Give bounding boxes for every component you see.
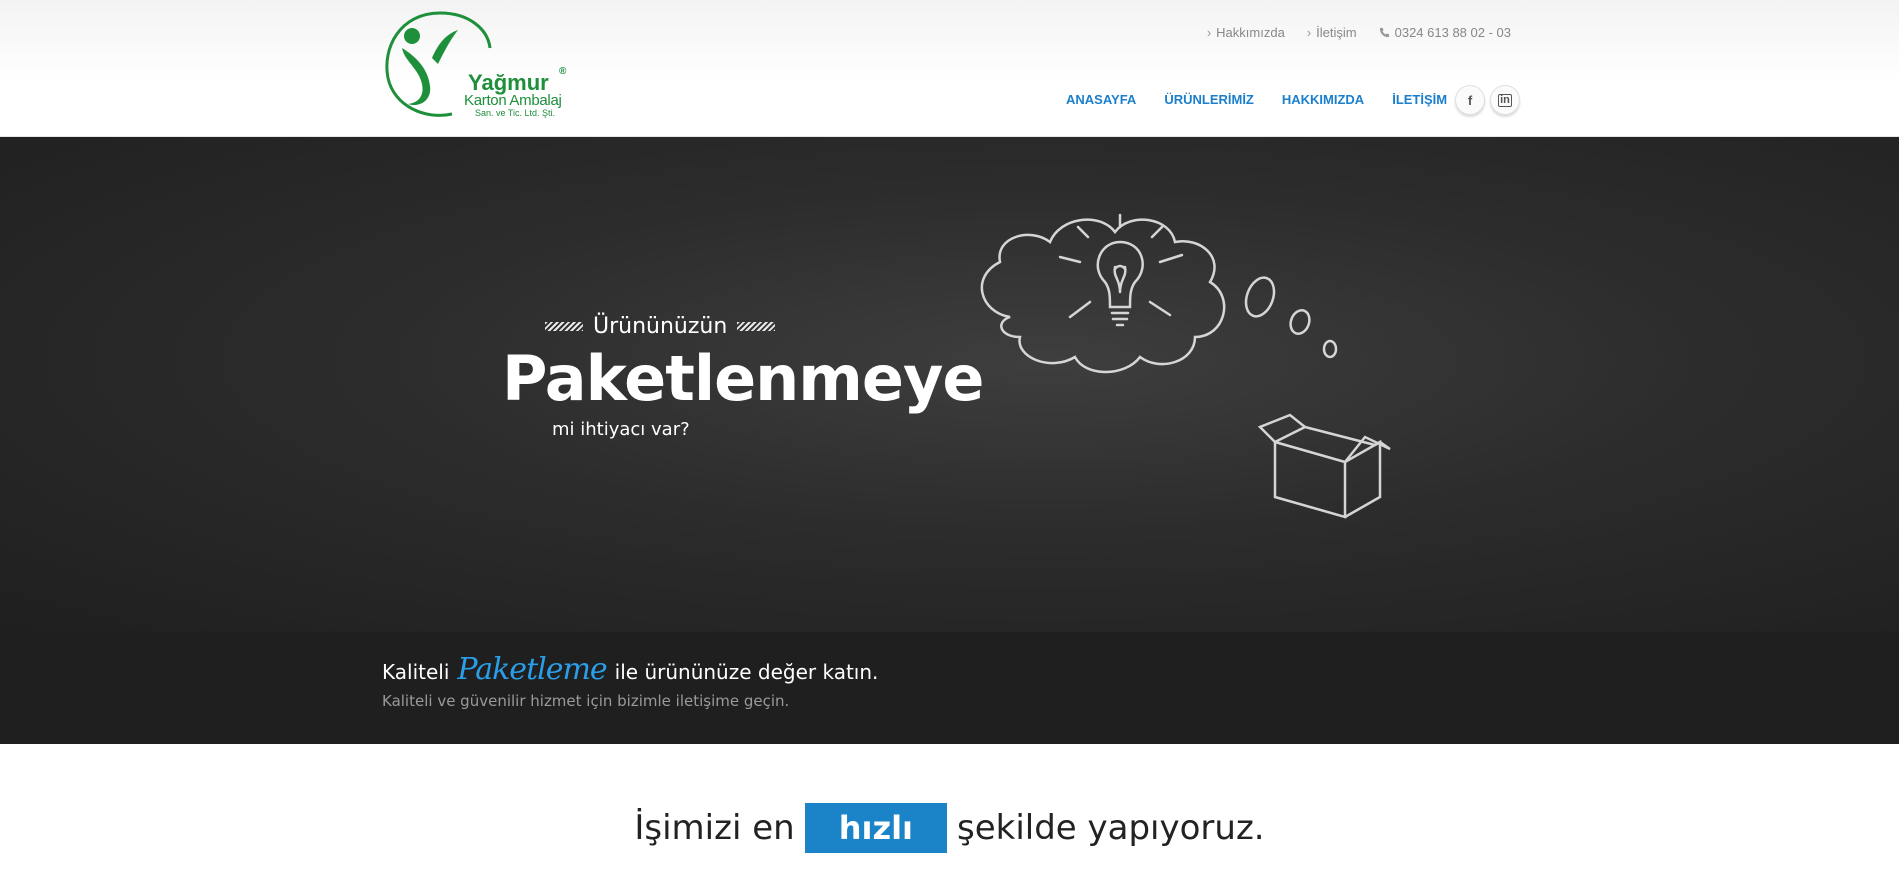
toplink-about-label: Hakkımızda <box>1216 25 1285 40</box>
toplink-phone-label: 0324 613 88 02 - 03 <box>1394 25 1511 40</box>
main-nav: ANASAYFA ÜRÜNLERİMİZ HAKKIMIZDA İLETİŞİM <box>1066 92 1447 107</box>
nav-item-products[interactable]: ÜRÜNLERİMİZ <box>1164 92 1254 107</box>
linkedin-icon: in <box>1498 93 1512 107</box>
chevron-right-icon: › <box>1306 25 1312 40</box>
hatch-decoration-left <box>545 322 583 331</box>
chalk-idea-illustration <box>980 213 1391 519</box>
hero-pretitle: Ürününüzün <box>545 314 776 339</box>
logo-subtitle-legal: San. ve Tic. Ltd. Şti. <box>475 108 556 118</box>
phone-icon <box>1379 27 1389 38</box>
nav-item-home[interactable]: ANASAYFA <box>1066 92 1136 107</box>
facebook-icon: f <box>1467 92 1473 108</box>
promo-suffix: ile ürününüze değer katın. <box>614 660 879 684</box>
logo[interactable]: Yağmur ® Karton Ambalaj San. ve Tic. Ltd… <box>380 8 580 123</box>
linkedin-button[interactable]: in <box>1490 85 1520 115</box>
promo-subtext: Kaliteli ve güvenilir hizmet için biziml… <box>382 692 790 710</box>
promo-band <box>0 632 1899 744</box>
hero-title: Paketlenmeye <box>502 342 984 415</box>
nav-item-about[interactable]: HAKKIMIZDA <box>1282 92 1364 107</box>
hatch-decoration-right <box>737 322 776 331</box>
promo-prefix: Kaliteli <box>382 660 450 684</box>
tagline: İşimizi en hızlı şekilde yapıyoruz. <box>0 803 1899 853</box>
promo-script-word: Paketleme <box>457 652 607 687</box>
site-header: Yağmur ® Karton Ambalaj San. ve Tic. Ltd… <box>0 0 1899 137</box>
toplink-contact-label: İletişim <box>1316 25 1357 40</box>
promo-headline: Kaliteli Paketleme ile ürününüze değer k… <box>382 652 878 687</box>
toplink-contact[interactable]: › İletişim <box>1307 25 1357 40</box>
tagline-highlight: hızlı <box>804 803 947 853</box>
hero-subtitle: mi ihtiyacı var? <box>552 419 690 440</box>
top-links: › Hakkımızda › İletişim 0324 613 88 02 -… <box>1207 25 1511 40</box>
chevron-right-icon: › <box>1206 25 1212 40</box>
hero-pretitle-text: Ürününüzün <box>593 314 728 339</box>
facebook-button[interactable]: f <box>1455 85 1485 115</box>
logo-registered: ® <box>559 66 567 77</box>
hero-banner: Ürününüzün Paketlenmeye mi ihtiyacı var? <box>0 137 1899 632</box>
tagline-before: İşimizi en <box>634 808 795 848</box>
logo-subtitle: Karton Ambalaj <box>464 92 562 109</box>
tagline-after: şekilde yapıyoruz. <box>957 808 1265 848</box>
nav-item-contact[interactable]: İLETİŞİM <box>1392 92 1447 107</box>
toplink-about[interactable]: › Hakkımızda <box>1207 25 1285 40</box>
toplink-phone[interactable]: 0324 613 88 02 - 03 <box>1379 25 1511 40</box>
